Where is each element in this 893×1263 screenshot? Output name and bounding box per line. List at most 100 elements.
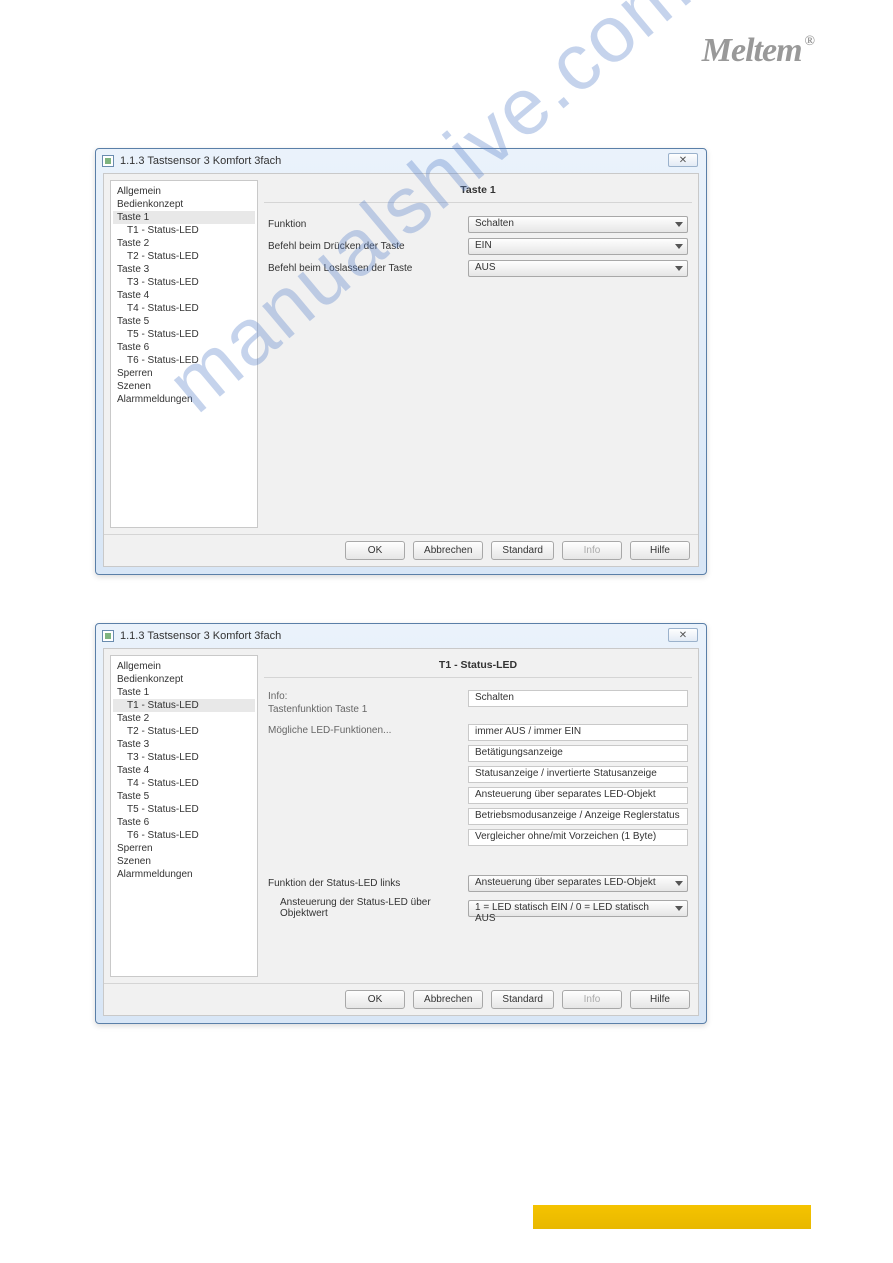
tree-item[interactable]: Szenen <box>113 380 255 393</box>
logo-text: Meltem <box>702 32 802 69</box>
form-label: Befehl beim Loslassen der Taste <box>268 263 468 274</box>
logo: Meltem® <box>702 32 811 70</box>
info-button[interactable]: Info <box>562 990 622 1009</box>
panel-title: T1 - Status-LED <box>264 655 692 678</box>
tree-item[interactable]: Taste 4 <box>113 764 255 777</box>
option-readonly: immer AUS / immer EIN <box>468 724 688 741</box>
tree-item[interactable]: Bedienkonzept <box>113 198 255 211</box>
tree-item[interactable]: Taste 6 <box>113 816 255 829</box>
info-sublabel: Tastenfunktion Taste 1 <box>268 703 468 716</box>
form-row: Befehl beim Drücken der TasteEIN <box>268 238 688 255</box>
ok-button[interactable]: OK <box>345 541 405 560</box>
form-row: Befehl beim Loslassen der TasteAUS <box>268 260 688 277</box>
tree-item[interactable]: Sperren <box>113 842 255 855</box>
tree-item[interactable]: T4 - Status-LED <box>113 777 255 790</box>
nav-tree[interactable]: AllgemeinBedienkonzeptTaste 1T1 - Status… <box>110 655 258 977</box>
standard-button[interactable]: Standard <box>491 990 554 1009</box>
tree-item[interactable]: Allgemein <box>113 185 255 198</box>
tree-item[interactable]: Alarmmeldungen <box>113 393 255 406</box>
close-button[interactable]: ✕ <box>668 628 698 642</box>
info-button[interactable]: Info <box>562 541 622 560</box>
tree-item[interactable]: T2 - Status-LED <box>113 725 255 738</box>
app-icon <box>102 630 114 642</box>
info-label: Info: <box>268 690 468 703</box>
form-row: FunktionSchalten <box>268 216 688 233</box>
tree-item[interactable]: Bedienkonzept <box>113 673 255 686</box>
dialog-statusled: 1.1.3 Tastsensor 3 Komfort 3fach ✕ Allge… <box>95 623 707 1024</box>
info-value: Schalten <box>468 690 688 707</box>
tree-item[interactable]: Allgemein <box>113 660 255 673</box>
tree-item[interactable]: Alarmmeldungen <box>113 868 255 881</box>
footer-bar <box>533 1205 811 1229</box>
form-label: Funktion der Status-LED links <box>268 878 468 889</box>
tree-item[interactable]: Taste 1 <box>113 686 255 699</box>
button-bar: OK Abbrechen Standard Info Hilfe <box>104 983 698 1015</box>
combo-box[interactable]: Ansteuerung über separates LED-Objekt <box>468 875 688 892</box>
form-label: Ansteuerung der Status-LED über Objektwe… <box>268 897 468 919</box>
options-label: Mögliche LED-Funktionen... <box>268 724 468 737</box>
option-readonly: Vergleicher ohne/mit Vorzeichen (1 Byte) <box>468 829 688 846</box>
info-block: Info: Tastenfunktion Taste 1 Schalten <box>268 690 688 716</box>
form-row: Funktion der Status-LED linksAnsteuerung… <box>268 875 688 892</box>
tree-item[interactable]: Taste 3 <box>113 738 255 751</box>
client-area: AllgemeinBedienkonzeptTaste 1T1 - Status… <box>103 173 699 567</box>
tree-item[interactable]: T5 - Status-LED <box>113 803 255 816</box>
panel-title: Taste 1 <box>264 180 692 203</box>
tree-item[interactable]: T5 - Status-LED <box>113 328 255 341</box>
info-labels: Info: Tastenfunktion Taste 1 <box>268 690 468 716</box>
tree-item[interactable]: Taste 5 <box>113 315 255 328</box>
combo-box[interactable]: 1 = LED statisch EIN / 0 = LED statisch … <box>468 900 688 917</box>
logo-reg: ® <box>805 34 814 49</box>
dialog-taste1: 1.1.3 Tastsensor 3 Komfort 3fach ✕ Allge… <box>95 148 707 575</box>
app-icon <box>102 155 114 167</box>
tree-item[interactable]: T4 - Status-LED <box>113 302 255 315</box>
close-button[interactable]: ✕ <box>668 153 698 167</box>
option-readonly: Betätigungsanzeige <box>468 745 688 762</box>
tree-item[interactable]: T3 - Status-LED <box>113 751 255 764</box>
option-readonly: Ansteuerung über separates LED-Objekt <box>468 787 688 804</box>
nav-tree[interactable]: AllgemeinBedienkonzeptTaste 1T1 - Status… <box>110 180 258 528</box>
tree-item[interactable]: Taste 1 <box>113 211 255 224</box>
combo-box[interactable]: AUS <box>468 260 688 277</box>
body-row: AllgemeinBedienkonzeptTaste 1T1 - Status… <box>104 174 698 534</box>
body-row: AllgemeinBedienkonzeptTaste 1T1 - Status… <box>104 649 698 983</box>
tree-item[interactable]: T1 - Status-LED <box>113 699 255 712</box>
ok-button[interactable]: OK <box>345 990 405 1009</box>
main-panel: T1 - Status-LED Info: Tastenfunktion Tas… <box>264 655 692 977</box>
tree-item[interactable]: Taste 2 <box>113 237 255 250</box>
tree-item[interactable]: Szenen <box>113 855 255 868</box>
standard-button[interactable]: Standard <box>491 541 554 560</box>
cancel-button[interactable]: Abbrechen <box>413 990 483 1009</box>
info-values: Schalten <box>468 690 688 711</box>
client-area: AllgemeinBedienkonzeptTaste 1T1 - Status… <box>103 648 699 1016</box>
tree-item[interactable]: Sperren <box>113 367 255 380</box>
tree-item[interactable]: Taste 2 <box>113 712 255 725</box>
help-button[interactable]: Hilfe <box>630 541 690 560</box>
button-bar: OK Abbrechen Standard Info Hilfe <box>104 534 698 566</box>
form-label: Funktion <box>268 219 468 230</box>
tree-item[interactable]: T2 - Status-LED <box>113 250 255 263</box>
tree-item[interactable]: Taste 3 <box>113 263 255 276</box>
combo-box[interactable]: EIN <box>468 238 688 255</box>
help-button[interactable]: Hilfe <box>630 990 690 1009</box>
tree-item[interactable]: T6 - Status-LED <box>113 354 255 367</box>
main-panel: Taste 1 FunktionSchaltenBefehl beim Drüc… <box>264 180 692 528</box>
option-readonly: Statusanzeige / invertierte Statusanzeig… <box>468 766 688 783</box>
tree-item[interactable]: Taste 6 <box>113 341 255 354</box>
form-row: Ansteuerung der Status-LED über Objektwe… <box>268 897 688 919</box>
tree-item[interactable]: Taste 4 <box>113 289 255 302</box>
form-area: Funktion der Status-LED linksAnsteuerung… <box>264 870 692 924</box>
tree-item[interactable]: Taste 5 <box>113 790 255 803</box>
cancel-button[interactable]: Abbrechen <box>413 541 483 560</box>
options-block: Mögliche LED-Funktionen... immer AUS / i… <box>268 724 688 850</box>
window-title: 1.1.3 Tastsensor 3 Komfort 3fach <box>120 155 281 167</box>
combo-box[interactable]: Schalten <box>468 216 688 233</box>
tree-item[interactable]: T6 - Status-LED <box>113 829 255 842</box>
form-label: Befehl beim Drücken der Taste <box>268 241 468 252</box>
options-list: immer AUS / immer EIN Betätigungsanzeige S… <box>468 724 688 850</box>
tree-item[interactable]: T1 - Status-LED <box>113 224 255 237</box>
titlebar: 1.1.3 Tastsensor 3 Komfort 3fach ✕ <box>96 149 706 173</box>
titlebar: 1.1.3 Tastsensor 3 Komfort 3fach ✕ <box>96 624 706 648</box>
window-title: 1.1.3 Tastsensor 3 Komfort 3fach <box>120 630 281 642</box>
tree-item[interactable]: T3 - Status-LED <box>113 276 255 289</box>
